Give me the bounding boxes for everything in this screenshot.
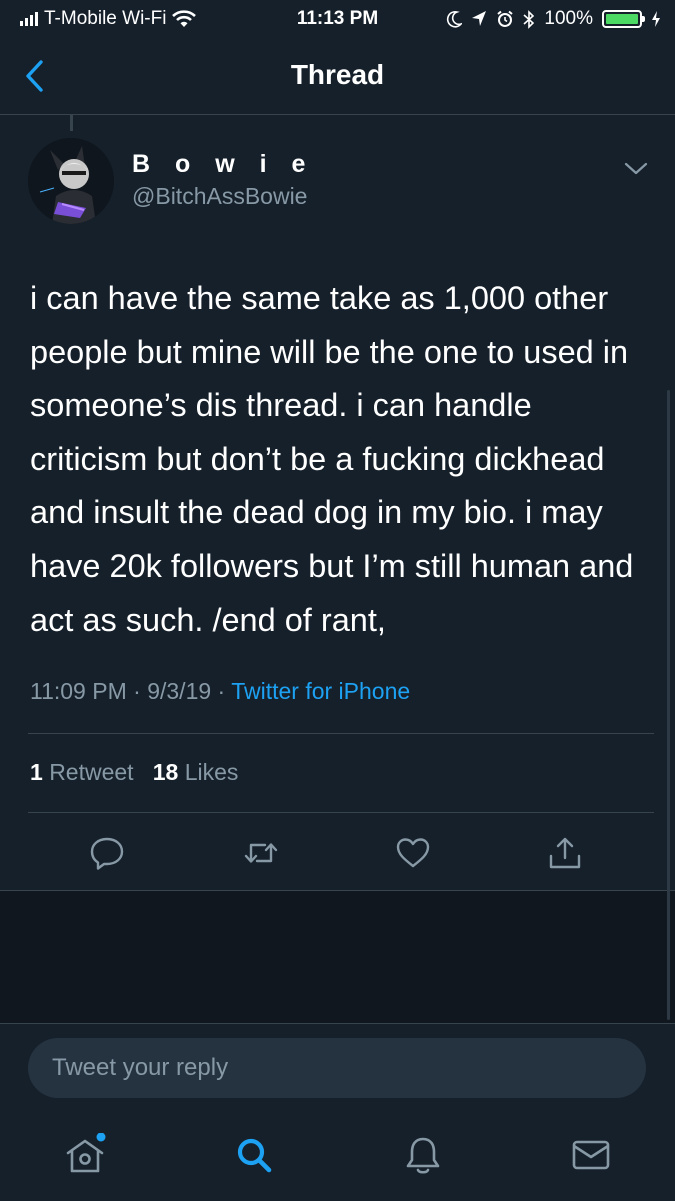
tweet-date: 9/3/19	[147, 678, 212, 704]
nav-header: Thread	[0, 38, 675, 115]
tweet-time: 11:09 PM	[30, 678, 127, 704]
home-icon[interactable]	[63, 1133, 107, 1177]
reply-input[interactable]	[28, 1038, 636, 1098]
notifications-icon[interactable]	[401, 1133, 445, 1177]
reply-icon[interactable]	[89, 835, 125, 871]
bluetooth-icon	[523, 9, 535, 29]
like-count: 18	[152, 759, 179, 785]
tweet-stats: 1 Retweet 18 Likes	[30, 759, 238, 786]
battery-icon	[602, 10, 645, 28]
divider	[28, 733, 654, 734]
charging-bolt-icon	[652, 11, 660, 27]
share-icon[interactable]	[547, 835, 583, 871]
status-bar: T-Mobile Wi-Fi 11:13 PM 100%	[0, 0, 675, 38]
status-right: 100%	[446, 8, 661, 30]
page-title: Thread	[290, 59, 385, 90]
divider	[28, 812, 654, 813]
reply-box[interactable]	[28, 1038, 646, 1098]
retweets-stat[interactable]: 1 Retweet	[30, 759, 134, 785]
search-icon[interactable]	[232, 1133, 276, 1177]
battery-percent: 100%	[544, 8, 593, 29]
retweet-label: Retweet	[49, 759, 134, 785]
empty-replies-area	[0, 891, 675, 1023]
tweet-meta: 11:09 PM · 9/3/19 · Twitter for iPhone	[30, 678, 410, 705]
notification-dot	[96, 1133, 106, 1142]
messages-icon[interactable]	[569, 1133, 613, 1177]
meta-separator: ·	[133, 678, 141, 704]
heart-icon[interactable]	[395, 835, 431, 871]
retweet-icon[interactable]	[243, 835, 279, 871]
avatar[interactable]	[28, 138, 114, 224]
retweet-count: 1	[30, 759, 43, 785]
alarm-icon	[497, 10, 514, 27]
scrollbar[interactable]	[667, 390, 670, 1020]
meta-separator: ·	[217, 678, 226, 704]
user-handle[interactable]: @BitchAssBowie	[132, 183, 307, 210]
moon-icon	[447, 10, 463, 28]
tweet-text: i can have the same take as 1,000 other …	[30, 280, 634, 638]
thread-connector-line	[70, 115, 73, 131]
chevron-down-icon[interactable]	[622, 158, 650, 178]
location-arrow-icon	[472, 11, 487, 26]
likes-stat[interactable]: 18 Likes	[153, 759, 239, 785]
tweet-source-link[interactable]: Twitter for iPhone	[231, 678, 410, 704]
avatar-image	[28, 138, 114, 224]
display-name[interactable]: B o w i e	[132, 150, 314, 179]
like-label: Likes	[184, 759, 239, 785]
